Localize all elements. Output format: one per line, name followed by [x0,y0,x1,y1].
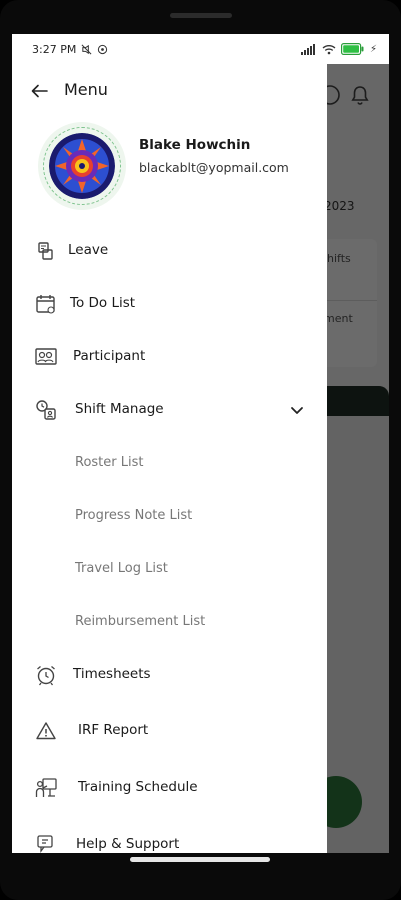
status-time: 3:27 PM [32,42,77,56]
menu-item-training-schedule[interactable]: Training Schedule [12,768,327,808]
warning-icon [36,722,56,740]
user-email: blackablt@yopmail.com [139,160,289,175]
menu-item-irf-report[interactable]: IRF Report [12,711,327,751]
charging-icon: ⚡ [369,43,377,55]
battery-icon [340,43,364,55]
menu-item-participant[interactable]: Participant [12,337,327,377]
user-name: Blake Howchin [139,137,251,153]
menu-item-help-support[interactable]: Help & Support [12,825,327,853]
avatar[interactable] [49,133,115,199]
sync-icon [98,44,108,54]
status-bar: 3:27 PM ⚡ [12,34,389,64]
navigation-drawer: 3:27 PM ⚡ Menu Blake Howchin blackablt@y… [12,34,389,853]
menu-item-label: Help & Support [76,836,180,852]
menu-item-label: Timesheets [73,666,151,682]
menu-item-timesheets[interactable]: Timesheets [12,655,327,695]
menu-item-leave[interactable]: Leave [12,231,327,271]
menu-item-label: Training Schedule [78,779,198,795]
submenu-item-roster-list[interactable]: Roster List [12,446,327,482]
drawer-header: Menu [12,76,327,106]
submenu-item-travel-log-list[interactable]: Travel Log List [12,552,327,588]
screen: 2023 hifts ment 3:27 PM [12,34,389,853]
submenu-item-label: Travel Log List [75,561,168,576]
signal-icon [300,43,315,55]
phone-frame: 2023 hifts ment 3:27 PM [0,0,401,900]
calendar-icon [36,295,55,314]
menu-item-label: Leave [68,242,109,258]
wifi-icon [322,44,336,54]
menu-item-to-do-list[interactable]: To Do List [12,284,327,324]
menu-item-label: To Do List [70,295,136,311]
alarm-clock-icon [37,666,55,686]
menu-item-label: Participant [73,348,146,364]
shift-manage-icon [36,400,56,420]
status-left: 3:27 PM [32,43,108,56]
submenu-item-label: Roster List [75,455,144,470]
earpiece-speaker [170,13,232,18]
training-icon [35,778,57,797]
menu-item-label: Shift Manage [75,401,164,417]
submenu-item-progress-note-list[interactable]: Progress Note List [12,499,327,535]
mute-icon [81,44,92,54]
drawer-title: Menu [64,80,108,99]
submenu-item-label: Progress Note List [75,508,193,523]
back-arrow-icon[interactable] [30,81,50,101]
menu-item-label: IRF Report [78,722,149,738]
chevron-down-icon[interactable] [289,402,305,418]
avatar-mandala-image [49,133,115,199]
leave-icon [38,242,53,260]
menu-item-shift-manage[interactable]: Shift Manage [12,390,327,430]
submenu-item-label: Reimbursement List [75,614,206,629]
status-right: ⚡ [300,43,377,55]
home-indicator[interactable] [130,857,270,862]
help-icon [37,835,53,853]
submenu-item-reimbursement-list[interactable]: Reimbursement List [12,605,327,641]
participant-icon [35,348,57,365]
